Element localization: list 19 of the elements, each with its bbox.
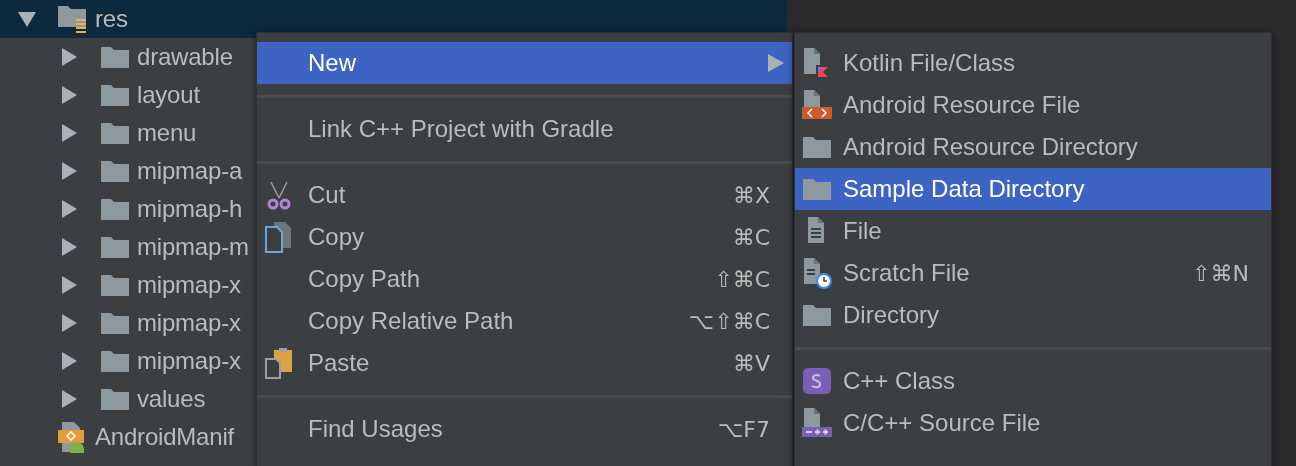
shortcut-label: ⌥⇧⌘C bbox=[688, 308, 770, 334]
tree-item-label: values bbox=[137, 385, 206, 413]
shortcut-label: ⇧⌘N bbox=[1192, 260, 1249, 286]
tree-item-label: layout bbox=[137, 81, 200, 109]
tree-item-label: res bbox=[95, 5, 128, 33]
tree-item-label: mipmap-h bbox=[137, 195, 243, 223]
tree-item-label: drawable bbox=[137, 43, 233, 71]
tree-item-label: mipmap-m bbox=[137, 233, 249, 261]
tree-item-label: mipmap-x bbox=[137, 309, 241, 337]
shortcut-label: ⌘V bbox=[732, 350, 770, 376]
tree-item-label: mipmap-x bbox=[137, 347, 241, 375]
tree-item-label: menu bbox=[137, 119, 197, 147]
tree-item-label: mipmap-a bbox=[137, 157, 243, 185]
shortcut-label: ⌥F7 bbox=[718, 416, 770, 442]
tree-item-label: AndroidManif bbox=[95, 423, 234, 451]
tree-item-label: mipmap-x bbox=[137, 271, 241, 299]
shortcut-label: ⌘X bbox=[732, 182, 770, 208]
shortcut-label: ⌘C bbox=[732, 224, 770, 250]
shortcut-label: ⇧⌘C bbox=[714, 266, 770, 292]
